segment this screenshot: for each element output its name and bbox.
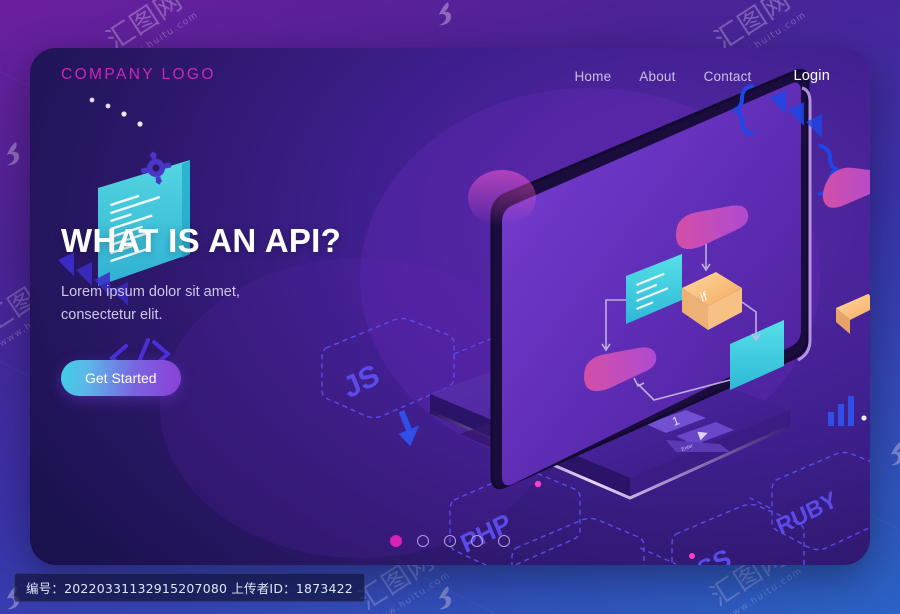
watermark-bird-icon: [439, 586, 452, 610]
hero-card: JS PHP C# CSS RUBY: [30, 48, 870, 565]
nav-item-home[interactable]: Home: [574, 69, 611, 84]
main-nav: Home About Contact Login: [574, 68, 830, 84]
carousel-dot-1[interactable]: [390, 535, 402, 547]
carousel-dot-4[interactable]: [471, 535, 483, 547]
carousel-dot-3[interactable]: [444, 535, 456, 547]
tag-node-dot: [534, 480, 542, 488]
watermark-bird-icon: [7, 142, 20, 166]
carousel-pagination: [30, 535, 870, 547]
hero-subtext: Lorem ipsum dolor sit amet, consectetur …: [61, 281, 391, 327]
carousel-dot-2[interactable]: [417, 535, 429, 547]
decor-amber-shape: [836, 294, 870, 334]
hero-copy: WHAT IS AN API? Lorem ipsum dolor sit am…: [61, 222, 391, 396]
carousel-dot-5[interactable]: [498, 535, 510, 547]
bar-chart-icon: [828, 396, 854, 426]
nav-item-contact[interactable]: Contact: [704, 69, 752, 84]
dot-trail-right: [861, 415, 867, 421]
hero-subtext-line1: Lorem ipsum dolor sit amet,: [61, 284, 240, 301]
stock-image-id-bar: 编号：20220331132915207080 上传者ID：1873422: [14, 573, 365, 602]
language-tag-ruby-label: RUBY: [772, 486, 840, 540]
company-logo[interactable]: COMPANY LOGO: [61, 66, 216, 84]
site-header: COMPANY LOGO Home About Contact Login: [30, 48, 870, 112]
page-title: WHAT IS AN API?: [61, 222, 342, 259]
nav-item-about[interactable]: About: [639, 69, 675, 84]
decor-pink-dot: [689, 553, 695, 559]
watermark-bird-icon: [891, 442, 900, 466]
get-started-button[interactable]: Get Started: [61, 359, 181, 396]
watermark-bird-icon: [439, 2, 452, 26]
nav-item-login[interactable]: Login: [794, 68, 830, 84]
hero-subtext-line2: consectetur elit.: [61, 307, 163, 324]
